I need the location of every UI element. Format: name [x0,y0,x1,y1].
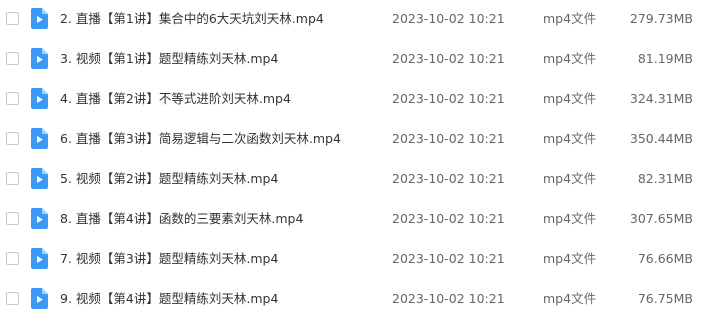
file-date: 2023-10-02 10:21 [392,291,505,306]
row-checkbox[interactable] [6,252,19,265]
video-file-icon [31,48,48,69]
file-row[interactable]: 7. 视频【第3讲】题型精练刘天林.mp4 2023-10-02 10:21 m… [0,240,707,280]
file-size: 324.31MB [629,91,693,106]
file-name[interactable]: 8. 直播【第4讲】函数的三要素刘天林.mp4 [60,210,303,227]
file-list: 2. 直播【第1讲】集合中的6大天坑刘天林.mp4 2023-10-02 10:… [0,0,707,327]
file-type: mp4文件 [543,211,597,226]
file-type: mp4文件 [543,131,597,146]
file-size: 81.19MB [637,51,693,66]
video-file-icon [31,128,48,149]
file-name[interactable]: 9. 视频【第4讲】题型精练刘天林.mp4 [60,290,278,307]
row-checkbox[interactable] [6,292,19,305]
file-type: mp4文件 [543,91,597,106]
file-name[interactable]: 7. 视频【第3讲】题型精练刘天林.mp4 [60,250,278,267]
file-size: 307.65MB [629,211,693,226]
file-size: 82.31MB [637,171,693,186]
file-size: 279.73MB [629,11,693,26]
video-file-icon [31,88,48,109]
file-date: 2023-10-02 10:21 [392,51,505,66]
file-row[interactable]: 5. 视频【第2讲】题型精练刘天林.mp4 2023-10-02 10:21 m… [0,160,707,200]
file-name[interactable]: 2. 直播【第1讲】集合中的6大天坑刘天林.mp4 [60,10,324,27]
file-date: 2023-10-02 10:21 [392,131,505,146]
file-type: mp4文件 [543,171,597,186]
file-name[interactable]: 4. 直播【第2讲】不等式进阶刘天林.mp4 [60,90,291,107]
file-type: mp4文件 [543,251,597,266]
video-file-icon [31,208,48,229]
file-date: 2023-10-02 10:21 [392,171,505,186]
file-date: 2023-10-02 10:21 [392,91,505,106]
file-type: mp4文件 [543,11,597,26]
file-row[interactable]: 2. 直播【第1讲】集合中的6大天坑刘天林.mp4 2023-10-02 10:… [0,0,707,40]
file-type: mp4文件 [543,291,597,306]
file-size: 350.44MB [629,131,693,146]
file-type: mp4文件 [543,51,597,66]
video-file-icon [31,168,48,189]
file-row[interactable]: 9. 视频【第4讲】题型精练刘天林.mp4 2023-10-02 10:21 m… [0,280,707,320]
file-row[interactable]: 8. 直播【第4讲】函数的三要素刘天林.mp4 2023-10-02 10:21… [0,200,707,240]
file-size: 76.75MB [637,291,693,306]
file-date: 2023-10-02 10:21 [392,11,505,26]
row-checkbox[interactable] [6,132,19,145]
file-date: 2023-10-02 10:21 [392,251,505,266]
file-name[interactable]: 3. 视频【第1讲】题型精练刘天林.mp4 [60,50,278,67]
file-row[interactable]: 3. 视频【第1讲】题型精练刘天林.mp4 2023-10-02 10:21 m… [0,40,707,80]
file-row[interactable]: 6. 直播【第3讲】简易逻辑与二次函数刘天林.mp4 2023-10-02 10… [0,120,707,160]
row-checkbox[interactable] [6,92,19,105]
row-checkbox[interactable] [6,172,19,185]
row-checkbox[interactable] [6,12,19,25]
file-name[interactable]: 5. 视频【第2讲】题型精练刘天林.mp4 [60,170,278,187]
file-date: 2023-10-02 10:21 [392,211,505,226]
file-size: 76.66MB [637,251,693,266]
row-checkbox[interactable] [6,52,19,65]
video-file-icon [31,248,48,269]
video-file-icon [31,8,48,29]
file-row[interactable]: 4. 直播【第2讲】不等式进阶刘天林.mp4 2023-10-02 10:21 … [0,80,707,120]
file-name[interactable]: 6. 直播【第3讲】简易逻辑与二次函数刘天林.mp4 [60,130,341,147]
row-checkbox[interactable] [6,212,19,225]
video-file-icon [31,288,48,309]
